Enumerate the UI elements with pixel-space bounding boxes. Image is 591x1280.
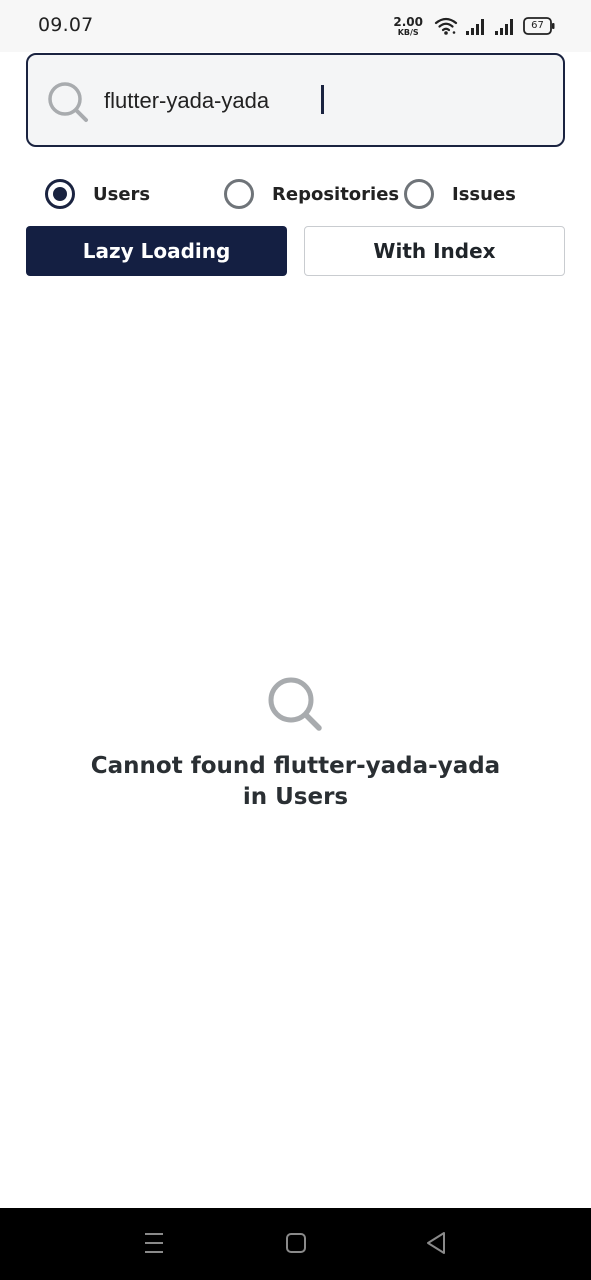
net-speed: 2.00 KB/S [393, 16, 423, 37]
nav-bar [0, 1208, 591, 1280]
signal-icon [465, 17, 487, 35]
radio-circle-checked[interactable] [45, 179, 75, 209]
radio-label-users: Users [93, 183, 151, 205]
back-icon[interactable] [425, 1230, 447, 1256]
net-speed-unit: KB/S [397, 27, 419, 37]
text-caret [321, 85, 324, 114]
search-icon [46, 80, 92, 130]
search-icon [265, 674, 325, 738]
radio-users[interactable]: Users [45, 177, 150, 211]
wifi-icon [434, 16, 458, 36]
search-input[interactable] [104, 84, 534, 118]
empty-state-line1: Cannot found flutter-yada-yada [90, 753, 501, 779]
empty-state-line2: in Users [242, 784, 349, 810]
radio-label-issues: Issues [452, 183, 516, 205]
lazy-loading-button[interactable]: Lazy Loading [26, 226, 287, 276]
status-bar: 09.07 2.00 KB/S 67 [0, 0, 591, 52]
radio-issues[interactable]: Issues [404, 177, 516, 211]
with-index-button[interactable]: With Index [304, 226, 565, 276]
home-icon[interactable] [285, 1230, 307, 1256]
status-time: 09.07 [38, 14, 94, 36]
battery-level: 67 [531, 20, 544, 31]
app-screen: 09.07 2.00 KB/S 67 flutter-yada-yada Use… [0, 0, 591, 1280]
radio-label-repositories: Repositories [272, 183, 400, 205]
status-icons: 2.00 KB/S 67 [393, 13, 555, 39]
recents-icon[interactable] [143, 1230, 165, 1256]
battery-icon: 67 [523, 17, 555, 35]
radio-circle[interactable] [224, 179, 254, 209]
empty-state-message: Cannot found flutter-yada-yada in Users [40, 751, 551, 813]
radio-repositories[interactable]: Repositories [224, 177, 399, 211]
signal-icon [494, 17, 516, 35]
search-box[interactable] [26, 53, 565, 147]
net-speed-value: 2.00 [393, 14, 423, 29]
radio-circle[interactable] [404, 179, 434, 209]
